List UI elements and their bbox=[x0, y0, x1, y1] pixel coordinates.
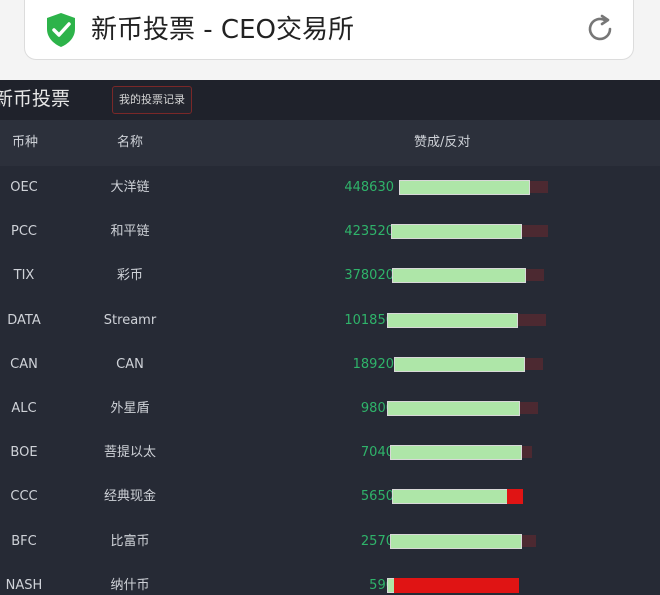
vote-bar bbox=[387, 400, 520, 416]
coin-symbol: TIX bbox=[13, 268, 35, 284]
my-votes-button[interactable]: 我的投票记录 bbox=[112, 86, 192, 114]
against-bar bbox=[393, 577, 519, 593]
vote-bar bbox=[392, 268, 526, 284]
vote-bar bbox=[394, 356, 525, 372]
table-row[interactable]: PCC 和平链 423520 bbox=[0, 210, 660, 254]
vote-bar bbox=[392, 489, 523, 505]
vote-bar bbox=[387, 312, 518, 328]
coin-name: 经典现金 bbox=[103, 489, 156, 505]
table-row[interactable]: CCC 经典现金 5650 bbox=[0, 475, 660, 519]
table-row[interactable]: BFC 比富币 2570 bbox=[0, 520, 660, 564]
table-row[interactable]: NASH 纳什币 590 bbox=[0, 564, 660, 595]
vote-bar bbox=[399, 180, 530, 195]
page-title: 新币投票 - CEO交易所 bbox=[91, 15, 354, 45]
vote-app: 新币投票 我的投票记录 币种 名称 赞成/反对 OEC 大洋链 448630 P… bbox=[0, 80, 660, 595]
against-bar-shadow bbox=[530, 181, 548, 193]
shield-check-icon bbox=[47, 13, 75, 47]
coin-name: 大洋链 bbox=[110, 180, 150, 195]
against-bar-shadow bbox=[526, 269, 544, 282]
coin-symbol: DATA bbox=[7, 312, 41, 328]
coin-symbol: OEC bbox=[10, 180, 38, 195]
coin-symbol: NASH bbox=[5, 577, 43, 593]
coin-name: 和平链 bbox=[110, 224, 150, 240]
vote-table-body: OEC 大洋链 448630 PCC 和平链 423520 TIX 彩币 378… bbox=[0, 166, 660, 595]
against-bar-shadow bbox=[518, 313, 546, 326]
app-header: 新币投票 我的投票记录 bbox=[0, 80, 660, 120]
approve-count: 448630 bbox=[344, 180, 394, 195]
coin-symbol: BFC bbox=[11, 533, 37, 549]
approve-count: 423520 bbox=[344, 224, 394, 240]
coin-name: CAN bbox=[116, 356, 144, 372]
table-row[interactable]: DATA Streamr 101850 bbox=[0, 299, 660, 343]
address-bar[interactable]: 新币投票 - CEO交易所 bbox=[24, 0, 634, 60]
table-row[interactable]: OEC 大洋链 448630 bbox=[0, 166, 660, 210]
table-row[interactable]: BOE 菩提以太 7040 bbox=[0, 431, 660, 475]
table-row[interactable]: ALC 外星盾 9800 bbox=[0, 387, 660, 431]
table-row[interactable]: TIX 彩币 378020 bbox=[0, 254, 660, 298]
coin-symbol: BOE bbox=[10, 445, 38, 461]
against-bar-shadow bbox=[522, 225, 548, 238]
coin-name: 外星盾 bbox=[110, 400, 150, 416]
coin-name: 菩提以太 bbox=[103, 445, 156, 461]
browser-top-bar: 新币投票 - CEO交易所 bbox=[0, 0, 660, 80]
against-bar-shadow bbox=[520, 401, 538, 414]
against-bar-shadow bbox=[522, 446, 532, 459]
column-header-votes: 赞成/反对 bbox=[414, 135, 471, 150]
against-bar bbox=[507, 489, 523, 505]
coin-name: 比富币 bbox=[110, 533, 150, 549]
coin-symbol: PCC bbox=[11, 224, 37, 240]
app-title: 新币投票 bbox=[0, 88, 71, 110]
column-header-name: 名称 bbox=[117, 135, 144, 150]
table-header: 币种 名称 赞成/反对 bbox=[0, 120, 660, 166]
coin-symbol: ALC bbox=[11, 400, 37, 416]
reload-icon[interactable] bbox=[583, 12, 617, 46]
vote-bar bbox=[387, 577, 519, 593]
table-row[interactable]: CAN CAN 18920 bbox=[0, 343, 660, 387]
coin-symbol: CCC bbox=[10, 489, 38, 505]
coin-symbol: CAN bbox=[10, 356, 38, 372]
approve-count: 18920 bbox=[352, 356, 394, 372]
column-header-symbol: 币种 bbox=[12, 135, 39, 150]
coin-name: 彩币 bbox=[116, 268, 143, 284]
vote-bar bbox=[390, 445, 522, 461]
coin-name: 纳什币 bbox=[110, 577, 150, 593]
approve-count: 378020 bbox=[344, 268, 394, 284]
coin-name: Streamr bbox=[103, 312, 157, 328]
against-bar-shadow bbox=[525, 357, 543, 370]
vote-bar bbox=[390, 533, 522, 549]
vote-bar bbox=[391, 224, 522, 240]
approve-count: 5650 bbox=[360, 489, 394, 505]
against-bar-shadow bbox=[522, 534, 536, 547]
